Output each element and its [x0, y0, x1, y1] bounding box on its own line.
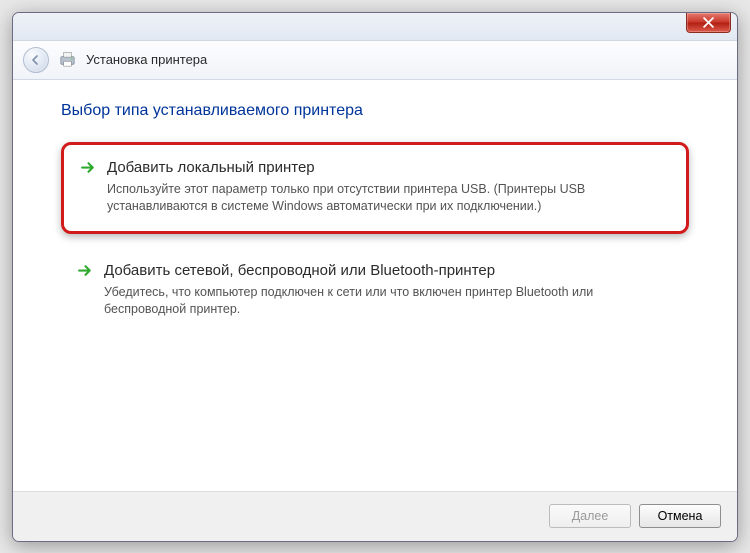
option-description: Используйте этот параметр только при отс… — [107, 181, 670, 216]
option-title: Добавить сетевой, беспроводной или Bluet… — [104, 262, 495, 279]
option-header: Добавить сетевой, беспроводной или Bluet… — [77, 262, 673, 279]
titlebar — [13, 13, 737, 41]
add-printer-wizard-window: Установка принтера Выбор типа устанавлив… — [12, 12, 738, 542]
arrow-right-icon — [80, 159, 97, 176]
wizard-content: Выбор типа устанавливаемого принтера Доб… — [13, 80, 737, 491]
cancel-button[interactable]: Отмена — [639, 504, 721, 528]
back-arrow-icon — [30, 54, 42, 66]
close-icon — [703, 17, 714, 28]
page-heading: Выбор типа устанавливаемого принтера — [61, 102, 689, 120]
wizard-title: Установка принтера — [86, 52, 207, 67]
option-add-local-printer[interactable]: Добавить локальный принтер Используйте э… — [61, 142, 689, 235]
option-add-network-printer[interactable]: Добавить сетевой, беспроводной или Bluet… — [61, 248, 689, 335]
wizard-footer: Далее Отмена — [13, 491, 737, 541]
back-button[interactable] — [23, 47, 49, 73]
close-button[interactable] — [686, 13, 731, 33]
next-button: Далее — [549, 504, 631, 528]
option-header: Добавить локальный принтер — [80, 159, 670, 176]
wizard-header: Установка принтера — [13, 41, 737, 80]
arrow-right-icon — [77, 262, 94, 279]
option-description: Убедитесь, что компьютер подключен к сет… — [104, 284, 673, 319]
printer-icon — [58, 50, 77, 69]
option-title: Добавить локальный принтер — [107, 159, 315, 176]
